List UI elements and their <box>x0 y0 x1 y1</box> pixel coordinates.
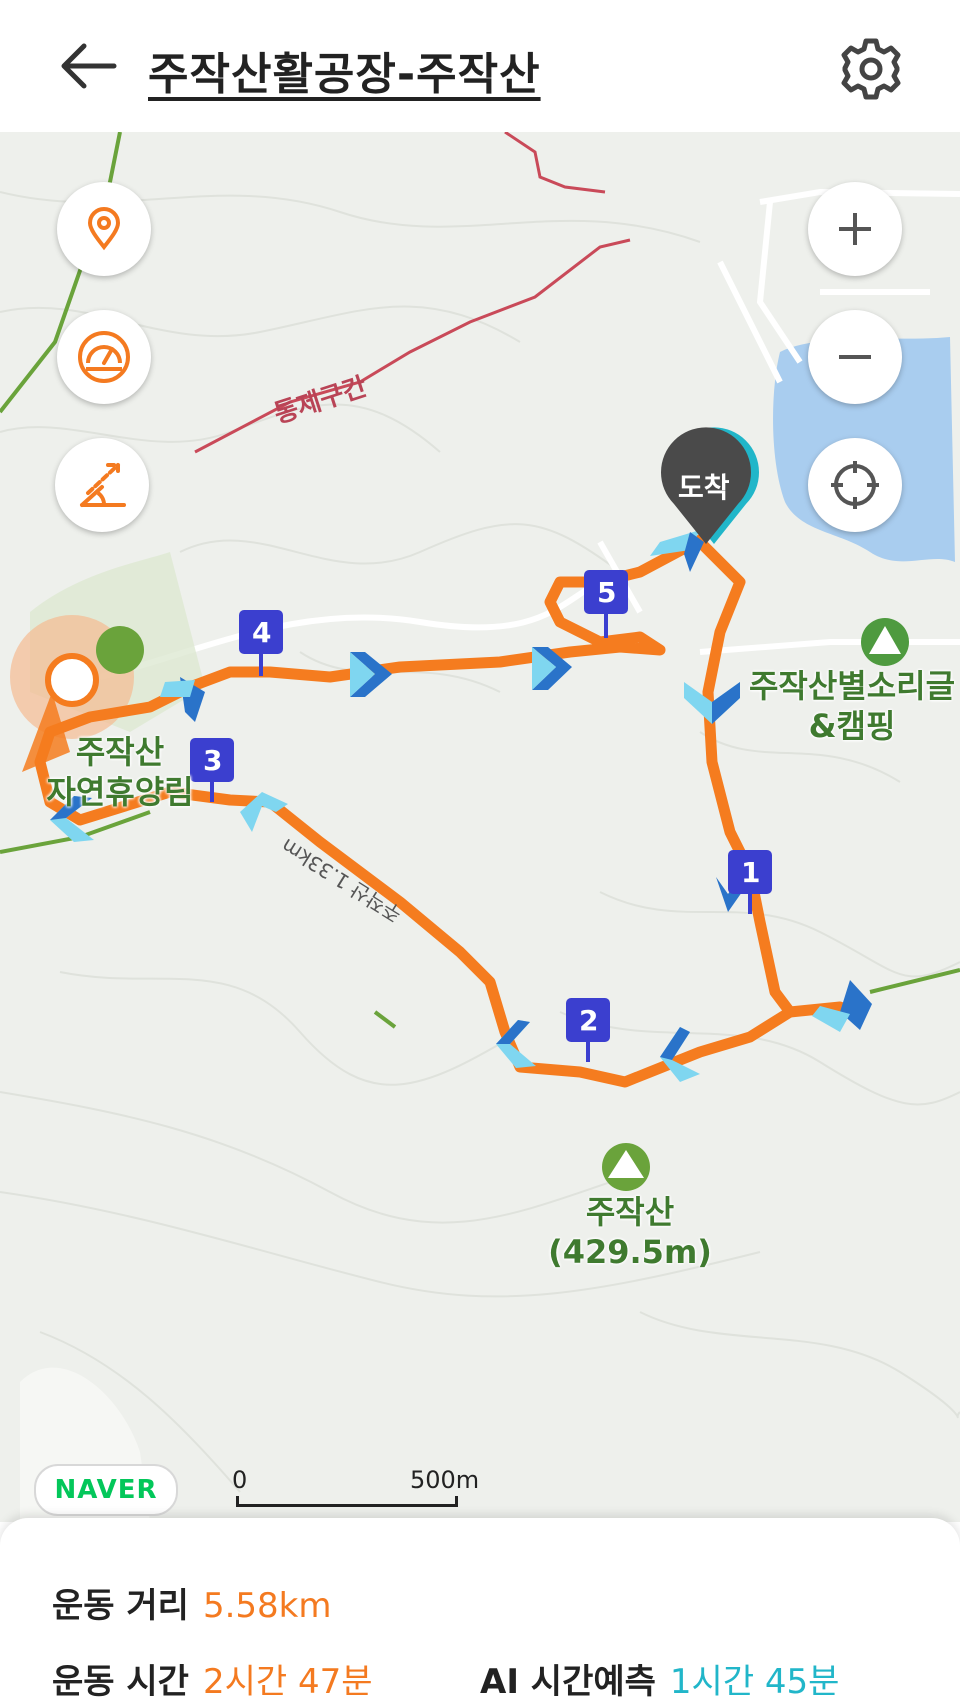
settings-button[interactable] <box>838 36 904 102</box>
page-title: 주작산활공장-주작산 <box>148 49 541 100</box>
zoom-in-icon <box>839 213 871 245</box>
scale-start: 0 <box>232 1466 248 1494</box>
stats-sheet[interactable]: 운동 거리 5.58km 운동 시간 2시간 47분 AI 시간예측 1시간 45분 <box>0 1518 960 1703</box>
arrow-left-icon <box>61 43 117 89</box>
scale-end: 500m <box>410 1466 480 1494</box>
distance-label: 운동 거리 <box>52 1586 189 1626</box>
speedometer-icon <box>78 331 130 383</box>
peak-label-line1: 주작산 <box>585 1193 675 1231</box>
map-view[interactable]: 1 2 3 4 5 도착 통제구간 주작산별소리글 &캠핑 주작산 자연휴양림 … <box>0 132 960 1522</box>
time-label: 운동 시간 <box>52 1662 189 1702</box>
forest-label: 주작산 자연휴양림 <box>30 732 210 812</box>
crosshair-icon <box>831 461 879 509</box>
campsite-label-line2: &캠핑 <box>808 707 896 745</box>
location-pin-icon <box>87 207 121 251</box>
ai-label: AI 시간예측 <box>480 1662 656 1702</box>
slope-icon <box>80 463 126 507</box>
header-bar: 주작산활공장-주작산 <box>0 0 960 132</box>
peak-label: 주작산 (429.5m) <box>540 1192 720 1272</box>
naver-logo: NAVER <box>34 1464 178 1516</box>
time-value: 2시간 47분 <box>202 1662 373 1702</box>
waypoint-1[interactable]: 1 <box>741 856 760 889</box>
ai-prediction-row: AI 시간예측 1시간 45분 <box>480 1654 839 1703</box>
gear-icon <box>841 38 901 100</box>
recenter-button[interactable] <box>808 438 902 532</box>
scale-bar: 0 500m <box>232 1466 479 1507</box>
zoom-in-button[interactable] <box>808 182 902 276</box>
campsite-label: 주작산별소리글 &캠핑 <box>744 666 960 746</box>
forest-label-line1: 주작산 <box>75 733 165 771</box>
distance-value: 5.58km <box>202 1586 332 1626</box>
campsite-label-line1: 주작산별소리글 <box>748 667 956 705</box>
forest-label-line2: 자연휴양림 <box>46 773 194 811</box>
zoom-out-button[interactable] <box>808 310 902 404</box>
ai-value: 1시간 45분 <box>669 1662 840 1702</box>
waypoint-2[interactable]: 2 <box>579 1004 598 1037</box>
distance-row: 운동 거리 5.58km <box>52 1578 331 1627</box>
waypoint-4[interactable]: 4 <box>252 616 271 649</box>
waypoint-5[interactable]: 5 <box>597 576 616 609</box>
time-row: 운동 시간 2시간 47분 <box>52 1654 373 1703</box>
slope-button[interactable] <box>55 438 149 532</box>
my-location-button[interactable] <box>57 182 151 276</box>
scale-line <box>236 1496 458 1507</box>
speed-button[interactable] <box>57 310 151 404</box>
back-button[interactable] <box>58 40 120 92</box>
arrival-marker[interactable]: 도착 <box>678 466 730 506</box>
peak-label-line2: (429.5m) <box>548 1233 712 1271</box>
zoom-out-icon <box>839 355 871 359</box>
